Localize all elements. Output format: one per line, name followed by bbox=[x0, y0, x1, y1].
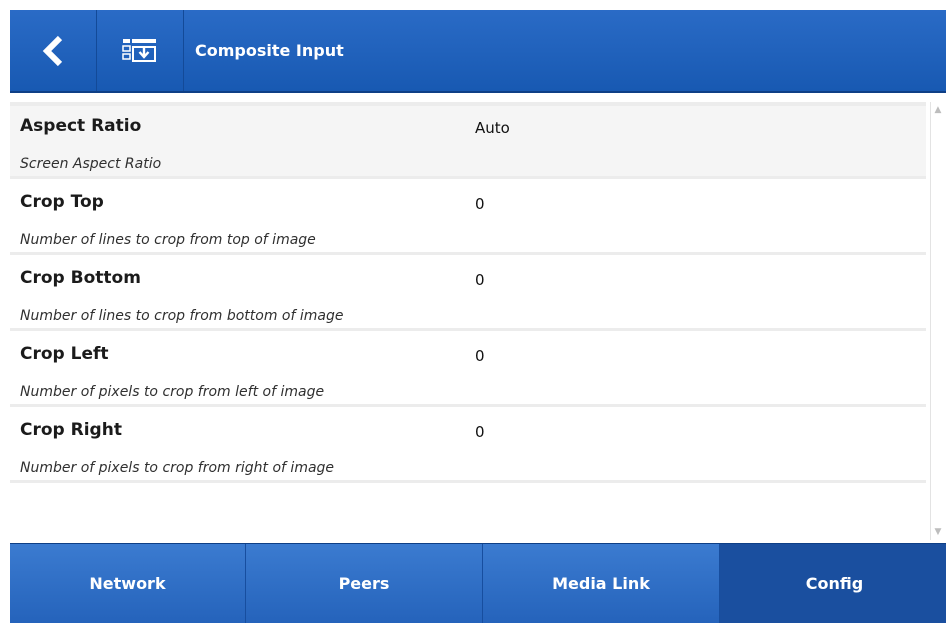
setting-value[interactable]: Auto bbox=[475, 119, 510, 137]
setting-description: Number of lines to crop from top of imag… bbox=[20, 232, 316, 248]
setting-row[interactable]: Crop Top 0 Number of lines to crop from to… bbox=[10, 182, 926, 252]
header-bar: Composite Input bbox=[10, 10, 946, 93]
row-divider bbox=[10, 480, 926, 483]
setting-value[interactable]: 0 bbox=[475, 271, 485, 289]
setting-value[interactable]: 0 bbox=[475, 195, 485, 213]
setting-row[interactable]: Crop Left 0 Number of pixels to crop from … bbox=[10, 334, 926, 404]
bottom-nav: Network Peers Media Link Config bbox=[10, 543, 946, 623]
setting-row[interactable]: Crop Bottom 0 Number of lines to crop from… bbox=[10, 258, 926, 328]
row-divider bbox=[10, 176, 926, 179]
nav-tab-config[interactable]: Config bbox=[720, 544, 946, 623]
chevron-left-icon bbox=[42, 35, 63, 66]
settings-panel: Aspect Ratio Auto Screen Aspect Ratio Crop … bbox=[10, 102, 930, 540]
scroll-down-arrow-icon[interactable]: ▼ bbox=[933, 527, 943, 537]
scroll-up-arrow-icon[interactable]: ▲ bbox=[933, 105, 943, 115]
app-window: Composite Input Aspect Ratio Auto Screen A… bbox=[0, 0, 946, 623]
setting-value[interactable]: 0 bbox=[475, 347, 485, 365]
setting-name: Crop Left bbox=[20, 344, 109, 364]
setting-description: Number of pixels to crop from left of im… bbox=[20, 384, 325, 400]
setting-name: Crop Top bbox=[20, 192, 104, 212]
setting-description: Number of pixels to crop from right of i… bbox=[20, 460, 335, 476]
settings-list: Aspect Ratio Auto Screen Aspect Ratio Crop … bbox=[10, 102, 926, 483]
setting-name: Aspect Ratio bbox=[20, 116, 142, 136]
setting-description: Number of lines to crop from bottom of i… bbox=[20, 308, 344, 324]
setting-value[interactable]: 0 bbox=[475, 423, 485, 441]
nav-tab-peers[interactable]: Peers bbox=[246, 544, 483, 623]
nav-tab-media-link[interactable]: Media Link bbox=[483, 544, 720, 623]
input-select-icon bbox=[122, 38, 156, 62]
nav-tab-network[interactable]: Network bbox=[10, 544, 246, 623]
back-button[interactable] bbox=[10, 10, 97, 91]
row-divider bbox=[10, 404, 926, 407]
row-divider bbox=[10, 328, 926, 331]
setting-description: Screen Aspect Ratio bbox=[20, 156, 162, 172]
setting-row[interactable]: Aspect Ratio Auto Screen Aspect Ratio bbox=[10, 106, 926, 176]
setting-name: Crop Right bbox=[20, 420, 122, 440]
setting-row[interactable]: Crop Right 0 Number of pixels to crop from… bbox=[10, 410, 926, 480]
row-divider bbox=[10, 252, 926, 255]
page-title: Composite Input bbox=[195, 41, 344, 60]
input-select-button[interactable] bbox=[97, 10, 184, 91]
setting-name: Crop Bottom bbox=[20, 268, 141, 288]
vertical-scrollbar[interactable]: ▲ ▼ bbox=[930, 102, 945, 540]
